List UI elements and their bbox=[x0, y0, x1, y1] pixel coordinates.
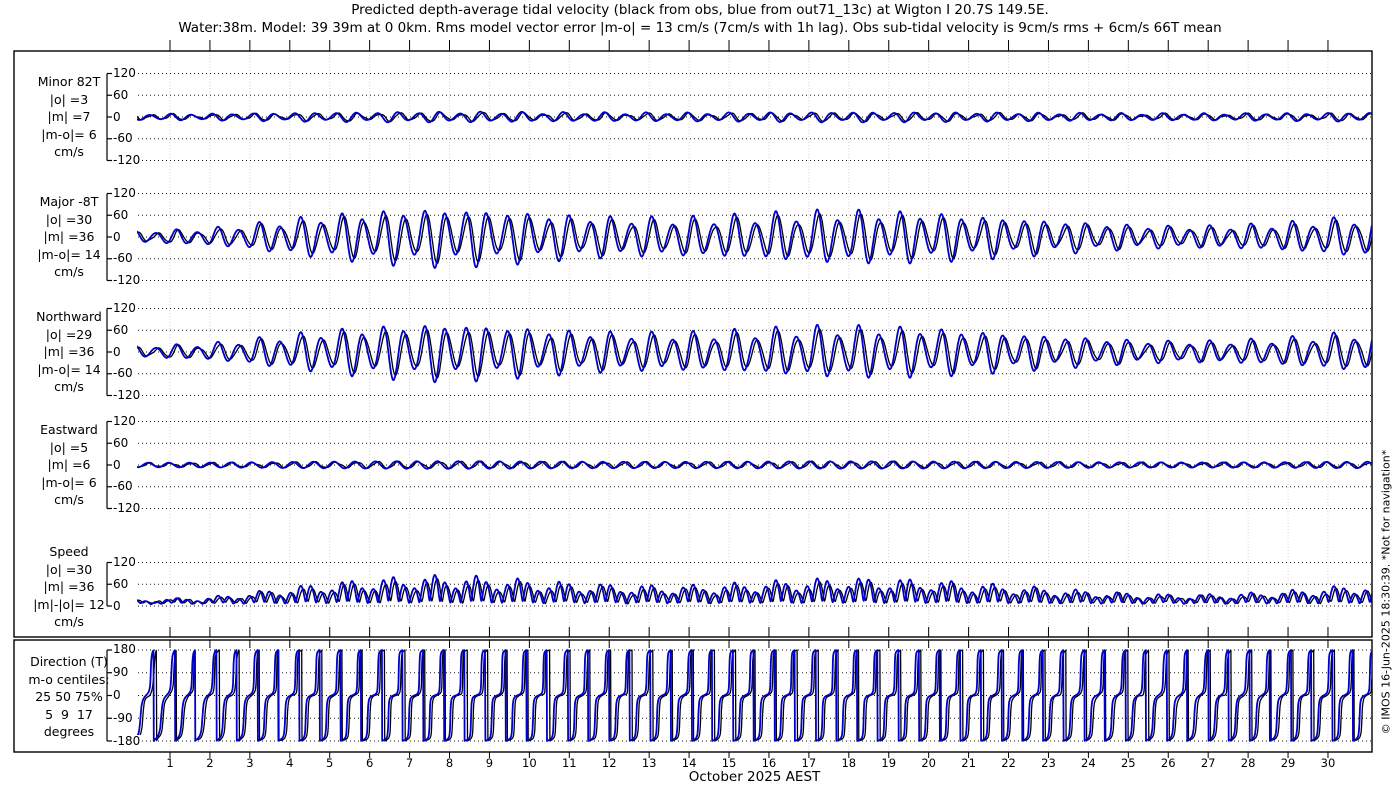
day-label: 22 bbox=[1001, 756, 1016, 770]
imos-watermark: © IMOS 16-Jun-2025 18:30:39. *Not for na… bbox=[1379, 449, 1393, 735]
day-label: 1 bbox=[166, 756, 174, 770]
panel-label-northward: Northward |o| =29 |m| =36 |m-o|= 14 cm/s bbox=[36, 309, 102, 394]
day-label: 14 bbox=[681, 756, 697, 770]
day-label: 11 bbox=[561, 756, 577, 770]
day-label: 25 bbox=[1120, 756, 1136, 770]
day-label: 19 bbox=[881, 756, 897, 770]
day-label: 2 bbox=[206, 756, 214, 770]
day-label: 5 bbox=[326, 756, 334, 770]
day-label: 18 bbox=[841, 756, 857, 770]
x-axis-label: October 2025 AEST bbox=[688, 769, 821, 785]
day-label: 10 bbox=[522, 756, 537, 770]
day-label: 3 bbox=[246, 756, 254, 770]
day-label: 16 bbox=[761, 756, 777, 770]
day-label: 20 bbox=[921, 756, 936, 770]
day-label: 17 bbox=[801, 756, 817, 770]
day-label: 26 bbox=[1160, 756, 1176, 770]
day-label: 24 bbox=[1081, 756, 1096, 770]
day-label: 13 bbox=[641, 756, 657, 770]
day-label: 6 bbox=[365, 756, 374, 770]
day-label: 12 bbox=[601, 756, 617, 770]
day-label: 7 bbox=[405, 756, 414, 770]
day-label: 15 bbox=[721, 756, 737, 770]
obs-series-major bbox=[137, 213, 1372, 265]
day-label: 8 bbox=[445, 756, 454, 770]
plot-canvas bbox=[13, 40, 1373, 758]
obs-series-northward bbox=[137, 328, 1372, 379]
panel-label-major: Major -8T |o| =30 |m| =36 |m-o|= 14 cm/s bbox=[37, 194, 101, 279]
day-label: 28 bbox=[1240, 756, 1256, 770]
day-label: 9 bbox=[485, 756, 494, 770]
day-label: 23 bbox=[1041, 756, 1056, 770]
day-label: 21 bbox=[961, 756, 976, 770]
panel-label-direction: Direction (T) m-o centiles: 25 50 75% 5 … bbox=[28, 654, 110, 739]
panel-label-speed: Speed |o| =30 |m| =36 |m|-|o|= 12 cm/s bbox=[33, 544, 105, 629]
day-label: 27 bbox=[1200, 756, 1216, 770]
day-label: 29 bbox=[1280, 756, 1296, 770]
day-label: 30 bbox=[1320, 756, 1336, 770]
panel-label-minor: Minor 82T |o| =3 |m| =7 |m-o|= 6 cm/s bbox=[37, 74, 101, 159]
day-label: 4 bbox=[286, 756, 294, 770]
panel-label-eastward: Eastward |o| =5 |m| =6 |m-o|= 6 cm/s bbox=[40, 422, 98, 507]
figure: Predicted depth-average tidal velocity (… bbox=[0, 0, 1400, 800]
